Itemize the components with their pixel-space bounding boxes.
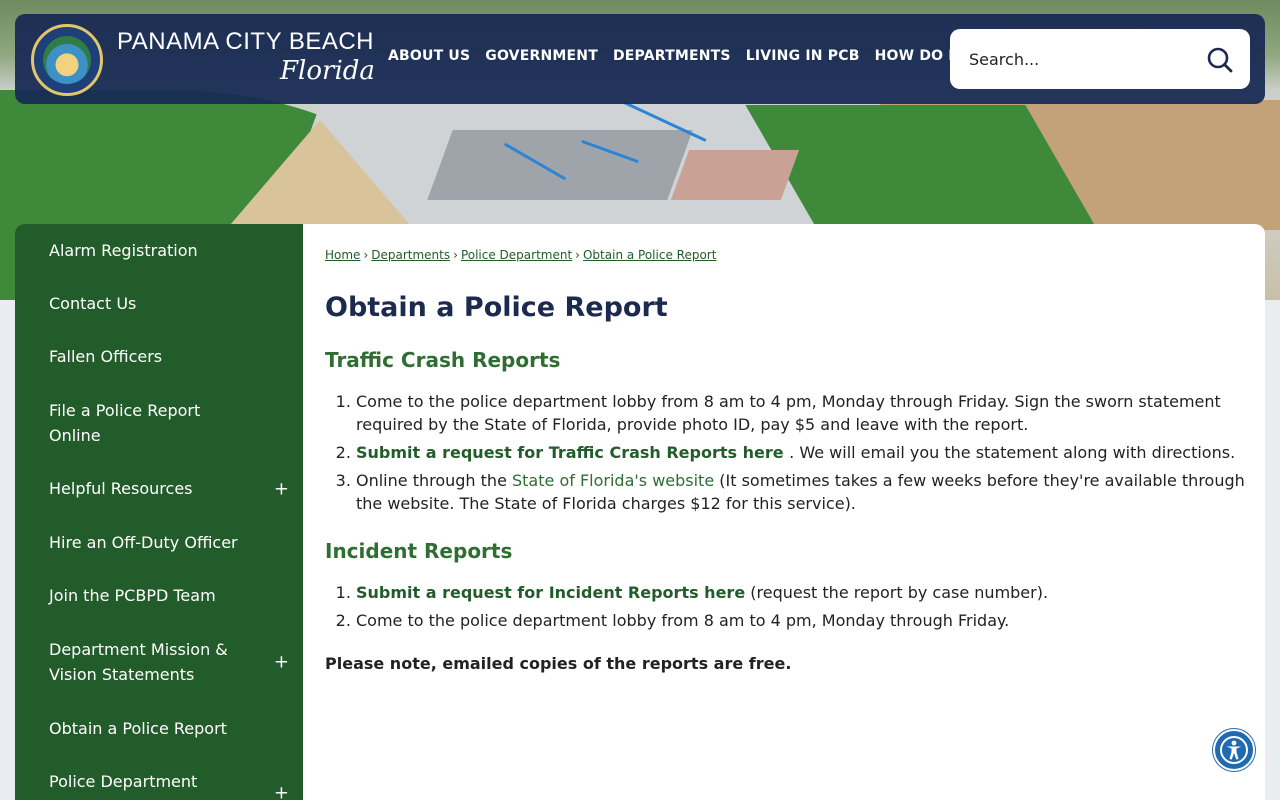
nav-about-us[interactable]: ABOUT US — [388, 48, 470, 64]
accessibility-icon — [1220, 736, 1248, 764]
sidebar-item-label: Hire an Off-Duty Officer — [49, 532, 238, 552]
breadcrumb-departments[interactable]: Departments — [371, 248, 450, 262]
accessibility-button[interactable] — [1213, 729, 1255, 771]
main-content: Home › Departments › Police Department › Obtai… — [303, 224, 1265, 800]
sidebar-item-label: Join the PCBPD Team — [49, 586, 216, 605]
sidebar-navigation: Alarm Registration Contact Us Fallen Off… — [15, 224, 303, 800]
list-item-text: Come to the police department lobby from… — [356, 611, 1010, 630]
list-item-text: . We will email you the statement along … — [789, 443, 1236, 462]
breadcrumb-current-page[interactable]: Obtain a Police Report — [583, 248, 716, 262]
breadcrumb-separator: › — [363, 248, 369, 262]
list-item: Come to the police department lobby from… — [356, 390, 1246, 436]
nav-departments[interactable]: DEPARTMENTS — [613, 48, 731, 64]
sidebar-item-label: Fallen Officers — [49, 347, 163, 366]
sidebar-item-label: Alarm Registration — [49, 241, 198, 260]
list-item-text: Online through the — [356, 471, 512, 490]
list-item: Submit a request for Traffic Crash Repor… — [356, 441, 1246, 464]
sidebar-item-label: Helpful Resources — [49, 479, 193, 498]
incident-reports-heading: Incident Reports — [325, 539, 513, 563]
incident-report-request-link[interactable]: Submit a request for Incident Reports he… — [356, 583, 745, 602]
city-seal-logo[interactable] — [31, 24, 103, 96]
list-item-text: Come to the police department lobby from… — [356, 392, 1221, 434]
search-box — [950, 29, 1250, 89]
breadcrumb-separator: › — [575, 248, 580, 262]
search-icon[interactable] — [1205, 45, 1235, 75]
state-of-florida-link[interactable]: State of Florida's website — [512, 471, 714, 490]
nav-government[interactable]: GOVERNMENT — [485, 48, 598, 64]
list-item: Submit a request for Incident Reports he… — [356, 581, 1246, 604]
main-navigation: ABOUT US GOVERNMENT DEPARTMENTS LIVING I… — [388, 48, 985, 64]
seal-emblem-icon — [43, 36, 91, 84]
traffic-crash-list: Come to the police department lobby from… — [356, 390, 1246, 520]
sidebar-item-contact-us[interactable]: Contact Us — [15, 277, 303, 330]
sidebar-item-label: Contact Us — [49, 294, 137, 313]
sidebar-item-fallen-officers[interactable]: Fallen Officers — [15, 330, 303, 383]
expand-plus-icon[interactable]: + — [274, 476, 289, 501]
sidebar-item-department-mission-vision[interactable]: Department Mission & Vision Statements + — [15, 622, 303, 701]
brand-name[interactable]: PANAMA CITY BEACH — [117, 28, 374, 56]
sidebar-item-label: Department Mission & Vision Statements — [49, 639, 228, 684]
breadcrumb-separator: › — [453, 248, 458, 262]
breadcrumb: Home › Departments › Police Department › Obtai… — [325, 248, 716, 262]
emailed-copies-note: Please note, emailed copies of the repor… — [325, 654, 792, 673]
incident-reports-list: Submit a request for Incident Reports he… — [356, 581, 1246, 637]
traffic-crash-heading: Traffic Crash Reports — [325, 348, 561, 372]
sidebar-item-label: Obtain a Police Report — [49, 718, 227, 738]
sidebar-item-label: Police Department — [49, 772, 198, 791]
sidebar-item-helpful-resources[interactable]: Helpful Resources + — [15, 462, 303, 515]
sidebar-item-join-pcbpd-team[interactable]: Join the PCBPD Team — [15, 569, 303, 622]
list-item: Online through the State of Florida's we… — [356, 469, 1246, 515]
breadcrumb-police-department[interactable]: Police Department — [461, 248, 572, 262]
traffic-crash-request-link[interactable]: Submit a request for Traffic Crash Repor… — [356, 443, 789, 462]
expand-plus-icon[interactable]: + — [274, 781, 289, 800]
sidebar-item-obtain-police-report[interactable]: Obtain a Police Report — [15, 701, 303, 755]
nav-living-in-pcb[interactable]: LIVING IN PCB — [746, 48, 860, 64]
sidebar-item-file-police-report-online[interactable]: File a Police Report Online — [15, 383, 303, 462]
expand-plus-icon[interactable]: + — [274, 649, 289, 674]
list-item-text: (request the report by case number). — [745, 583, 1049, 602]
sidebar-item-label: File a Police Report Online — [49, 400, 201, 445]
sidebar-item-alarm-registration[interactable]: Alarm Registration — [15, 224, 303, 277]
brand-script: Florida — [280, 56, 375, 86]
list-item: Come to the police department lobby from… — [356, 609, 1246, 632]
search-input[interactable] — [969, 45, 1189, 73]
page-title: Obtain a Police Report — [325, 292, 668, 323]
sidebar-item-police-department[interactable]: Police Department + — [15, 755, 303, 800]
site-header: PANAMA CITY BEACH Florida ABOUT US GOVER… — [15, 14, 1265, 104]
breadcrumb-home[interactable]: Home — [325, 248, 360, 262]
sidebar-item-hire-off-duty-officer[interactable]: Hire an Off-Duty Officer — [15, 515, 303, 569]
